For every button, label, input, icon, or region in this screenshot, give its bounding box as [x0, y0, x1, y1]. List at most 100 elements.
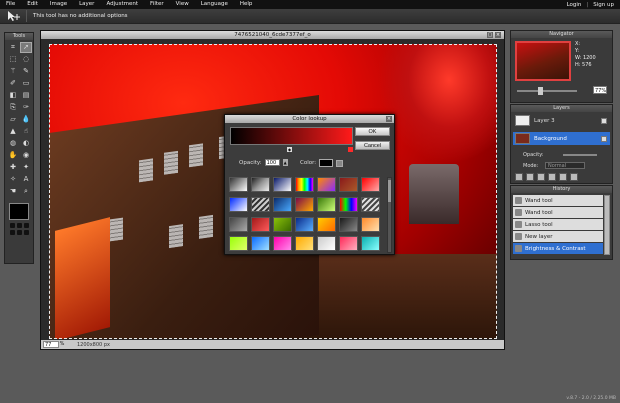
layer-visibility-checkbox[interactable] [601, 117, 607, 124]
layer-link-icon[interactable] [515, 173, 523, 181]
gradient-swatch[interactable] [317, 177, 336, 192]
gradient-swatch[interactable] [273, 196, 292, 212]
document-titlebar[interactable]: 7476521040_6cde7377ef_o ▢ × [41, 31, 504, 39]
gradient-stop-left-icon[interactable]: ◆ [287, 147, 292, 152]
pinch-icon[interactable]: ✧ [7, 174, 19, 185]
menu-view[interactable]: View [170, 0, 195, 9]
gradient-swatch[interactable] [317, 236, 336, 252]
menu-edit[interactable]: Edit [21, 0, 44, 9]
menu-file[interactable]: File [0, 0, 21, 9]
delete-layer-icon[interactable] [570, 173, 578, 181]
bloat-icon[interactable]: ✦ [20, 162, 32, 173]
history-scrollbar[interactable] [604, 195, 610, 255]
spot-heal-icon[interactable]: ✚ [7, 162, 19, 173]
menu-language[interactable]: Language [195, 0, 234, 9]
gradient-swatch[interactable] [251, 196, 270, 212]
gradient-swatch[interactable] [339, 196, 358, 212]
gradient-swatch[interactable] [295, 216, 314, 232]
brush-icon[interactable]: ✐ [7, 78, 19, 89]
history-item[interactable]: Wand tool [513, 195, 603, 206]
clone-icon[interactable]: ⎘ [7, 102, 19, 113]
history-item[interactable]: Wand tool [513, 207, 603, 218]
menu-layer[interactable]: Layer [73, 0, 100, 9]
move-icon[interactable]: ➚ [20, 42, 32, 53]
opacity-stepper-icon[interactable]: ▲ [282, 159, 288, 166]
gradient-swatch[interactable] [339, 177, 358, 192]
blur-icon[interactable]: 💧 [20, 114, 32, 125]
history-item-selected[interactable]: Brightness & Contrast [513, 243, 603, 254]
swatch-dot[interactable] [10, 223, 15, 228]
history-item[interactable]: Lasso tool [513, 219, 603, 230]
swatch-dot[interactable] [17, 230, 22, 235]
gradient-swatch[interactable] [339, 236, 358, 252]
zoom-slider-knob[interactable] [538, 87, 543, 95]
gradient-icon[interactable]: ▤ [20, 90, 32, 101]
ok-button[interactable]: OK [355, 127, 390, 136]
gradient-swatch[interactable] [361, 236, 380, 252]
zoom-slider-track[interactable] [517, 90, 577, 92]
layer-style-icon[interactable] [526, 173, 534, 181]
login-link[interactable]: Login [567, 2, 582, 8]
close-icon[interactable]: × [495, 32, 501, 38]
gradient-swatch[interactable] [229, 177, 248, 192]
layer-row[interactable]: Layer 3 [513, 114, 610, 127]
document-zoom-input[interactable]: 77 [43, 341, 59, 348]
gradient-swatch[interactable] [361, 196, 380, 212]
gradient-swatch[interactable] [273, 216, 292, 232]
sharpen-icon[interactable]: ▲ [7, 126, 19, 137]
layer-folder-icon[interactable] [548, 173, 556, 181]
menu-filter[interactable]: Filter [144, 0, 170, 9]
gradient-stop-right-icon[interactable] [348, 147, 353, 152]
menu-adjustment[interactable]: Adjustment [100, 0, 144, 9]
swatch-dot[interactable] [17, 223, 22, 228]
dialog-close-icon[interactable]: × [386, 116, 392, 122]
scrollbar-thumb[interactable] [388, 180, 391, 202]
menu-image[interactable]: Image [44, 0, 73, 9]
wand-icon[interactable]: ⚚ [7, 66, 19, 77]
gradient-swatch[interactable] [295, 236, 314, 252]
eraser-icon[interactable]: ▭ [20, 78, 32, 89]
gradient-swatch[interactable] [273, 236, 292, 252]
navigator-thumbnail[interactable] [515, 41, 571, 81]
gradient-swatch[interactable] [295, 177, 314, 192]
history-item[interactable]: New layer [513, 231, 603, 242]
fill-icon[interactable]: ◧ [7, 90, 19, 101]
gradient-swatch[interactable] [251, 216, 270, 232]
swatch-scrollbar[interactable] [387, 177, 392, 253]
layer-mask-icon[interactable] [537, 173, 545, 181]
swatch-dot[interactable] [10, 230, 15, 235]
color-replace-icon[interactable]: ✑ [20, 102, 32, 113]
menu-help[interactable]: Help [234, 0, 259, 9]
maximize-icon[interactable]: ▢ [487, 32, 493, 38]
drawing-icon[interactable]: ▱ [7, 114, 19, 125]
gradient-swatch[interactable] [229, 216, 248, 232]
blend-mode-select[interactable]: Normal [545, 162, 585, 169]
gradient-swatch[interactable] [339, 216, 358, 232]
navigator-zoom-input[interactable]: 77% [593, 86, 607, 94]
gradient-swatch[interactable] [229, 236, 248, 252]
color-swatch[interactable] [319, 159, 334, 167]
text-icon[interactable]: A [20, 174, 32, 185]
pencil-icon[interactable]: ✎ [20, 66, 32, 77]
gradient-swatch[interactable] [361, 216, 380, 232]
gradient-swatch[interactable] [229, 196, 248, 212]
sponge-icon[interactable]: ◍ [7, 138, 19, 149]
signup-link[interactable]: Sign up [593, 2, 614, 8]
red-eye-icon[interactable]: ◉ [20, 150, 32, 161]
burn-icon[interactable]: ✋ [7, 150, 19, 161]
lasso-icon[interactable]: ◌ [20, 54, 32, 65]
crop-icon[interactable]: ⌗ [7, 42, 19, 53]
gradient-swatch[interactable] [295, 196, 314, 212]
foreground-color-swatch[interactable] [9, 203, 29, 220]
layer-visibility-checkbox[interactable] [601, 135, 607, 142]
opacity-input[interactable]: 100 [264, 159, 280, 166]
hand-icon[interactable]: ☚ [7, 186, 19, 197]
gradient-swatch[interactable] [317, 196, 336, 212]
gradient-swatch[interactable] [317, 216, 336, 232]
smudge-icon[interactable]: ☝ [20, 126, 32, 137]
gradient-swatch[interactable] [361, 177, 380, 192]
cancel-button[interactable]: Cancel [355, 141, 390, 150]
gradient-swatch[interactable] [273, 177, 292, 192]
marquee-icon[interactable]: ⬚ [7, 54, 19, 65]
gradient-preview[interactable] [230, 127, 353, 145]
